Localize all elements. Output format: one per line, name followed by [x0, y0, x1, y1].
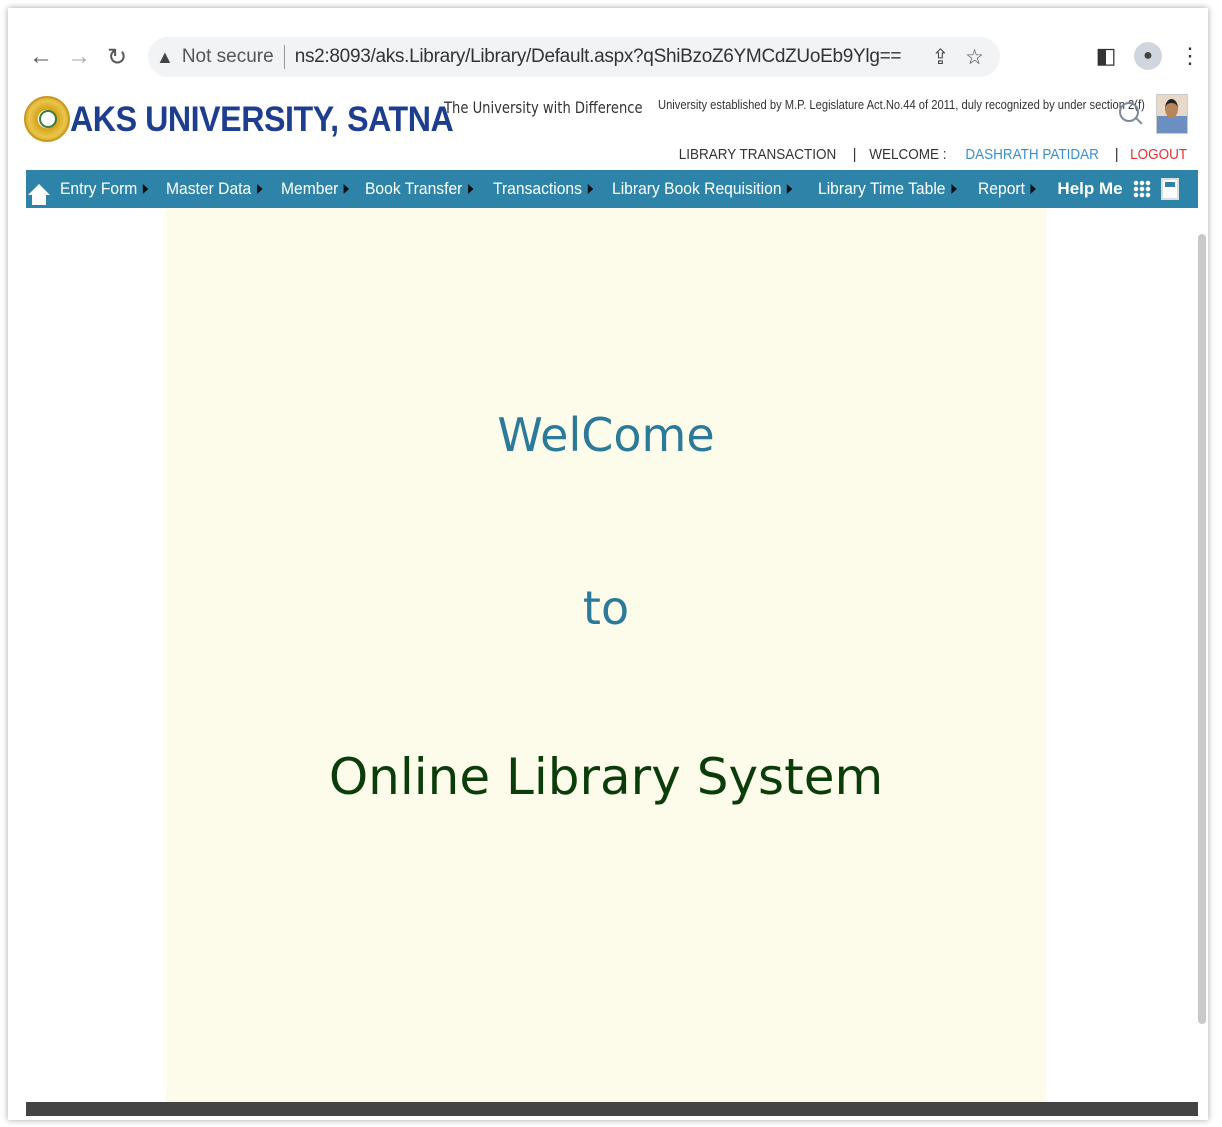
legal-notice: University established by M.P. Legislatu… [658, 97, 1145, 112]
address-bar[interactable]: ▲ Not secure ns2:8093/aks.Library/Librar… [148, 37, 1000, 77]
menu-label: Report [978, 179, 1026, 198]
side-panel-icon[interactable]: ◧ [1092, 43, 1120, 69]
security-label[interactable]: Not secure [182, 46, 274, 68]
university-name: AKS UNIVERSITY, SATNA [70, 100, 454, 139]
menu-kebab-icon[interactable]: ⋮ [1176, 43, 1204, 69]
footer-bar [26, 1102, 1198, 1116]
welcome-label: WELCOME : [868, 146, 947, 163]
submenu-arrow-icon [467, 184, 474, 194]
welcome-heading: WelCome [497, 408, 715, 462]
submenu-arrow-icon [587, 184, 593, 194]
menu-book-transfer[interactable]: Book Transfer [365, 179, 474, 199]
divider: | [1114, 146, 1119, 163]
menu-member[interactable]: Member [280, 179, 350, 199]
welcome-panel: WelCome to Online Library System [166, 208, 1046, 1108]
menu-label: Library Book Requisition [611, 179, 782, 198]
menu-label: Master Data [166, 179, 252, 198]
menu-library-time-table[interactable]: Library Time Table [818, 179, 957, 199]
submenu-arrow-icon [1030, 184, 1037, 194]
site-header: AKS UNIVERSITY, SATNA The University wit… [8, 88, 1208, 170]
warning-icon[interactable]: ▲ [156, 47, 174, 68]
home-icon[interactable] [28, 183, 50, 205]
calculator-icon[interactable] [1160, 178, 1179, 200]
reload-icon[interactable]: ↻ [100, 40, 134, 74]
user-photo[interactable] [1156, 94, 1188, 134]
search-icon[interactable] [1119, 102, 1139, 122]
user-name[interactable]: DASHRATH PATIDAR [966, 146, 1100, 163]
bookmark-star-icon[interactable]: ☆ [965, 45, 984, 70]
menu-label: Library Time Table [817, 179, 946, 198]
browser-window: ← → ↻ ▲ Not secure ns2:8093/aks.Library/… [8, 8, 1208, 1120]
menu-transactions[interactable]: Transactions [493, 179, 593, 199]
browser-toolbar: ← → ↻ ▲ Not secure ns2:8093/aks.Library/… [8, 34, 1208, 80]
submenu-arrow-icon [343, 184, 350, 194]
profile-icon[interactable]: ● [1134, 42, 1162, 70]
user-bar: LIBRARY TRANSACTION | WELCOME : DASHRATH… [670, 146, 1190, 163]
welcome-to: to [582, 581, 630, 635]
tagline: The University with Difference [444, 98, 643, 117]
submenu-arrow-icon [786, 184, 793, 194]
system-title: Online Library System [328, 748, 884, 806]
main-menu: Entry Form Master Data Member Book Trans… [26, 170, 1198, 208]
logout-link[interactable]: LOGOUT [1130, 146, 1187, 163]
menu-label: Member [280, 179, 339, 198]
module-label: LIBRARY TRANSACTION [678, 146, 836, 163]
apps-grid-icon[interactable] [1132, 180, 1151, 198]
menu-master-data[interactable]: Master Data [166, 179, 263, 199]
menu-label: Entry Form [60, 179, 138, 198]
back-icon[interactable]: ← [24, 40, 58, 74]
divider [283, 45, 285, 69]
menu-library-book-requisition[interactable]: Library Book Requisition [612, 179, 793, 199]
forward-icon[interactable]: → [62, 40, 96, 74]
help-me-link[interactable]: Help Me [1057, 179, 1122, 199]
page-scrollbar[interactable] [1198, 234, 1206, 1024]
university-logo [24, 96, 70, 142]
submenu-arrow-icon [950, 184, 957, 194]
menu-entry-form[interactable]: Entry Form [60, 179, 149, 199]
divider: | [852, 146, 857, 163]
url-text[interactable]: ns2:8093/aks.Library/Library/Default.asp… [295, 46, 902, 68]
share-icon[interactable]: ⇪ [932, 45, 950, 70]
menu-report[interactable]: Report [978, 179, 1037, 199]
submenu-arrow-icon [256, 184, 263, 194]
menu-label: Transactions [492, 179, 582, 198]
menu-label: Book Transfer [365, 179, 463, 198]
submenu-arrow-icon [142, 184, 149, 194]
